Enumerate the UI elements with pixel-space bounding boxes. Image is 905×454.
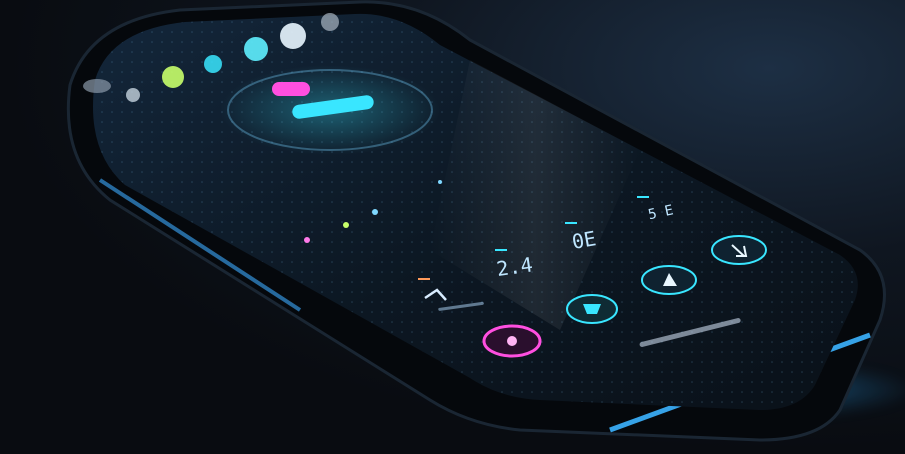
indicator-dot	[372, 209, 378, 215]
magenta-pill	[272, 82, 310, 96]
status-dot	[126, 88, 140, 102]
shield-button[interactable]	[566, 294, 618, 324]
indicator-dot	[304, 237, 310, 243]
status-dot	[321, 13, 339, 31]
status-dot	[204, 55, 222, 73]
indicator-dot	[343, 222, 349, 228]
phone-device: 2.4 0E 5 E	[66, 0, 886, 442]
main-control[interactable]	[220, 65, 440, 155]
status-dot	[162, 66, 184, 88]
status-dot	[280, 23, 306, 49]
status-dot	[244, 37, 268, 61]
indicator-dot	[438, 180, 442, 184]
triangle-button[interactable]	[641, 265, 697, 295]
power-button[interactable]	[482, 324, 542, 358]
readout-left: 2.4	[495, 252, 534, 281]
status-dot	[83, 79, 111, 93]
readout-middle: 0E	[570, 226, 598, 254]
power-icon	[507, 336, 517, 346]
phone-photo-scene: 2.4 0E 5 E	[0, 0, 905, 454]
arrow-button[interactable]	[711, 235, 767, 265]
